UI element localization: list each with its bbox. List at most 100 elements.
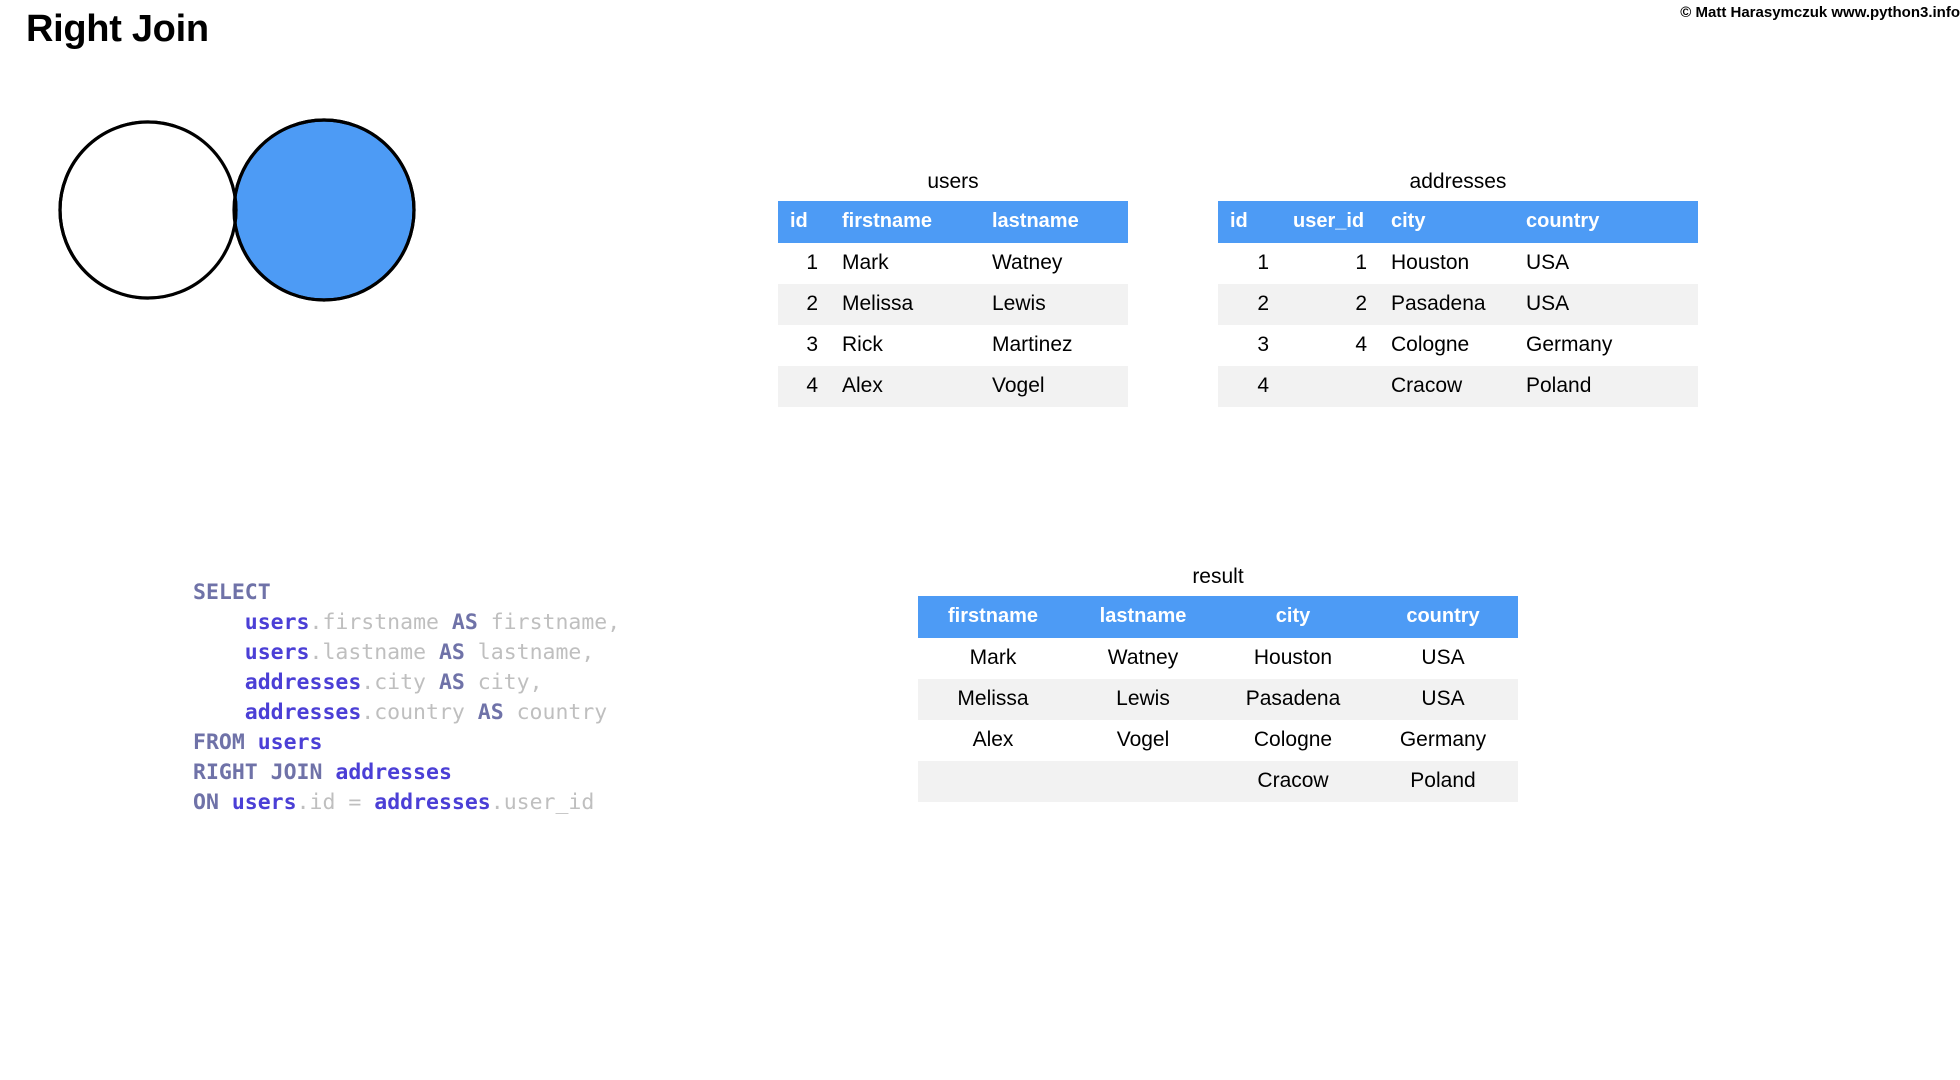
- addresses-table-caption: addresses: [1409, 170, 1507, 193]
- sql-token-plain: [193, 640, 245, 665]
- cell-id: 4: [1218, 366, 1281, 408]
- cell-country: Poland: [1368, 761, 1518, 803]
- cell-id: 4: [778, 366, 830, 408]
- table-row: 2 Melissa Lewis: [778, 284, 1128, 326]
- sql-token-kw: SELECT: [193, 580, 271, 605]
- column-header-lastname: lastname: [1068, 596, 1218, 639]
- table-row: Melissa Lewis Pasadena USA: [918, 679, 1518, 721]
- column-header-user-id: user_id: [1281, 201, 1379, 244]
- sql-line: users.firstname AS firstname,: [193, 608, 620, 638]
- table-row: 4 Cracow Poland: [1218, 366, 1698, 408]
- sql-token-tbl: addresses: [244, 670, 362, 695]
- cell-user-id: 2: [1281, 284, 1379, 326]
- table-header-row: id firstname lastname: [778, 201, 1128, 244]
- cell-city: Cologne: [1218, 720, 1368, 762]
- result-table-block: result firstname lastname city country M…: [918, 565, 1518, 803]
- column-header-firstname: firstname: [918, 596, 1068, 639]
- venn-diagram: [20, 60, 420, 325]
- cell-firstname: Alex: [918, 720, 1068, 762]
- cell-city: Cologne: [1379, 325, 1514, 367]
- cell-country: USA: [1514, 284, 1698, 326]
- table-row: 1 1 Houston USA: [1218, 243, 1698, 285]
- cell-country: Poland: [1514, 366, 1698, 408]
- table-row: 1 Mark Watney: [778, 243, 1128, 285]
- sql-token-kw: AS: [438, 640, 465, 665]
- sql-token-col: country: [503, 700, 608, 725]
- cell-firstname: Melissa: [830, 284, 980, 326]
- sql-token-plain: [193, 670, 245, 695]
- table-row: 2 2 Pasadena USA: [1218, 284, 1698, 326]
- cell-firstname: Alex: [830, 366, 980, 408]
- sql-token-tbl: users: [231, 790, 297, 815]
- cell-firstname: Mark: [830, 243, 980, 285]
- table-row: 3 4 Cologne Germany: [1218, 325, 1698, 367]
- sql-token-kw: AS: [477, 700, 504, 725]
- cell-city: Cracow: [1218, 761, 1368, 803]
- cell-user-id: [1281, 366, 1379, 408]
- cell-firstname: Rick: [830, 325, 980, 367]
- sql-token-plain: [193, 700, 245, 725]
- sql-token-col: .user_id: [490, 790, 595, 815]
- cell-lastname: Martinez: [980, 325, 1128, 367]
- sql-token-col: firstname,: [477, 610, 621, 635]
- cell-city: Houston: [1379, 243, 1514, 285]
- sql-token-kw: AS: [451, 610, 478, 635]
- addresses-table: id user_id city country 1 1 Houston USA …: [1218, 201, 1698, 408]
- copyright-notice: © Matt Harasymczuk www.python3.info: [1680, 4, 1960, 21]
- column-header-id: id: [1218, 201, 1281, 244]
- table-row: 3 Rick Martinez: [778, 325, 1128, 367]
- table-header-row: id user_id city country: [1218, 201, 1698, 244]
- sql-line: FROM users: [193, 728, 620, 758]
- column-header-lastname: lastname: [980, 201, 1128, 244]
- sql-token-col: city,: [464, 670, 543, 695]
- users-table: id firstname lastname 1 Mark Watney 2 Me…: [778, 201, 1128, 408]
- cell-lastname: Lewis: [980, 284, 1128, 326]
- sql-token-col: lastname,: [464, 640, 595, 665]
- cell-country: Germany: [1368, 720, 1518, 762]
- column-header-firstname: firstname: [830, 201, 980, 244]
- cell-country: USA: [1514, 243, 1698, 285]
- sql-token-tbl: addresses: [374, 790, 491, 815]
- cell-lastname: Lewis: [1068, 679, 1218, 721]
- sql-token-col: .lastname: [309, 640, 439, 665]
- cell-id: 1: [1218, 243, 1281, 285]
- cell-id: 3: [1218, 325, 1281, 367]
- cell-lastname: [1068, 761, 1218, 803]
- cell-country: Germany: [1514, 325, 1698, 367]
- column-header-country: country: [1514, 201, 1698, 244]
- cell-user-id: 4: [1281, 325, 1379, 367]
- sql-token-tbl: users: [257, 730, 323, 755]
- sql-token-kw: ON: [193, 790, 232, 815]
- sql-token-tbl: users: [244, 610, 310, 635]
- sql-token-col: .firstname: [309, 610, 452, 635]
- sql-token-kw: FROM: [193, 730, 258, 755]
- sql-line: addresses.country AS country: [193, 698, 620, 728]
- sql-token-tbl: addresses: [244, 700, 362, 725]
- sql-line: RIGHT JOIN addresses: [193, 758, 620, 788]
- table-header-row: firstname lastname city country: [918, 596, 1518, 639]
- table-row: Alex Vogel Cologne Germany: [918, 720, 1518, 762]
- cell-lastname: Vogel: [1068, 720, 1218, 762]
- sql-token-kw: RIGHT JOIN: [193, 760, 336, 785]
- addresses-table-block: addresses id user_id city country 1 1 Ho…: [1218, 170, 1698, 408]
- cell-city: Houston: [1218, 638, 1368, 680]
- table-row: Mark Watney Houston USA: [918, 638, 1518, 680]
- sql-line: addresses.city AS city,: [193, 668, 620, 698]
- sql-token-tbl: users: [244, 640, 310, 665]
- result-table: firstname lastname city country Mark Wat…: [918, 596, 1518, 803]
- cell-city: Cracow: [1379, 366, 1514, 408]
- cell-lastname: Watney: [980, 243, 1128, 285]
- users-table-block: users id firstname lastname 1 Mark Watne…: [778, 170, 1128, 408]
- cell-firstname: Mark: [918, 638, 1068, 680]
- users-table-caption: users: [927, 170, 979, 193]
- column-header-city: city: [1218, 596, 1368, 639]
- sql-token-col: .id: [296, 790, 349, 815]
- cell-id: 3: [778, 325, 830, 367]
- sql-query-code: SELECT users.firstname AS firstname, use…: [193, 578, 620, 818]
- sql-token-col: =: [348, 790, 375, 815]
- sql-token-plain: [193, 610, 245, 635]
- sql-token-col: .city: [361, 670, 439, 695]
- sql-line: users.lastname AS lastname,: [193, 638, 620, 668]
- cell-country: USA: [1368, 679, 1518, 721]
- cell-firstname: [918, 761, 1068, 803]
